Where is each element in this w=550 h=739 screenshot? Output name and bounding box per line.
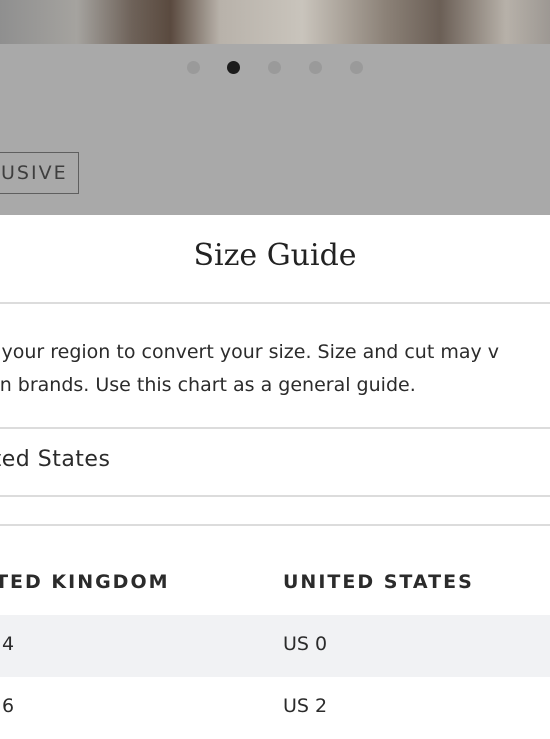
carousel-dots[interactable] [0, 61, 550, 75]
region-select[interactable]: ited States [0, 447, 110, 472]
table-cell-uk: 6 [2, 695, 15, 717]
exclusive-badge: USIVE [0, 152, 79, 194]
carousel-dot[interactable] [309, 61, 322, 74]
size-guide-sheet: Size Guide t your region to convert your… [0, 215, 550, 733]
divider [0, 524, 550, 526]
column-header-uk: ITED KINGDOM [0, 571, 170, 593]
column-header-us: UNITED STATES [283, 571, 474, 593]
table-cell-us: US 2 [283, 695, 328, 717]
table-cell-uk: 4 [2, 633, 15, 655]
product-image [0, 0, 550, 44]
product-background: USIVE [0, 0, 550, 215]
description-line: en brands. Use this chart as a general g… [0, 374, 416, 396]
carousel-dot[interactable] [187, 61, 200, 74]
table-cell-us: US 0 [283, 633, 328, 655]
divider [0, 495, 550, 497]
table-row: 4 US 0 [0, 615, 550, 677]
table-row: 6 US 2 [0, 677, 550, 739]
divider [0, 302, 550, 304]
size-guide-description: t your region to convert your size. Size… [0, 336, 550, 402]
carousel-dot[interactable] [268, 61, 281, 74]
divider [0, 427, 550, 429]
carousel-dot[interactable] [350, 61, 363, 74]
carousel-dot-active[interactable] [227, 61, 240, 74]
sheet-title: Size Guide [193, 238, 357, 273]
description-line: t your region to convert your size. Size… [0, 341, 500, 363]
